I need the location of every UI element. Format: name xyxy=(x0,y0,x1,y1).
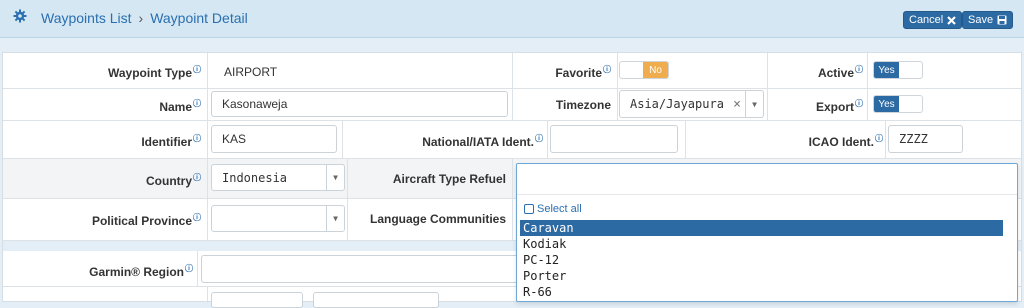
select-all-label: Select all xyxy=(537,203,582,215)
name-label-cell: Nameⓘ xyxy=(3,89,208,121)
export-label: Exportⓘ xyxy=(815,98,863,114)
dropdown-option-porter[interactable]: Porter xyxy=(520,268,1003,284)
political-province-value-cell: ▼ xyxy=(208,199,348,241)
timezone-value: Asia/Jayapura xyxy=(630,97,724,111)
name-input[interactable]: Kasonaweja xyxy=(211,91,508,117)
country-value-cell: Indonesia ▼ xyxy=(208,159,348,199)
next-row-select[interactable] xyxy=(313,292,439,308)
checkbox-icon xyxy=(524,204,534,214)
help-icon[interactable]: ⓘ xyxy=(603,64,611,75)
timezone-label: Timezone xyxy=(555,98,611,112)
help-icon[interactable]: ⓘ xyxy=(855,64,863,75)
page-header: Waypoints List › Waypoint Detail Cancel … xyxy=(0,0,1024,38)
language-communities-label-cell: Language Communities xyxy=(348,199,513,241)
icao-label-cell: ICAO Ident.ⓘ xyxy=(686,121,886,159)
dropdown-option-kodiak[interactable]: Kodiak xyxy=(520,236,1003,252)
breadcrumb-waypoints-list[interactable]: Waypoints List xyxy=(41,10,132,26)
dropdown-search-input[interactable] xyxy=(517,164,1017,195)
next-row-input[interactable] xyxy=(211,292,303,308)
clear-icon[interactable]: × xyxy=(733,91,741,117)
export-value-cell: Yes xyxy=(868,89,1021,121)
national-iata-label: National/IATA Ident.ⓘ xyxy=(422,133,543,149)
help-icon[interactable]: ⓘ xyxy=(185,263,193,274)
help-icon[interactable]: ⓘ xyxy=(193,212,201,223)
timezone-value-cell: Asia/Jayapura × ▼ xyxy=(618,89,768,121)
identifier-input[interactable]: KAS xyxy=(211,125,337,153)
save-icon xyxy=(997,15,1007,25)
export-toggle-state: Yes xyxy=(874,96,899,112)
political-province-label-cell: Political Provinceⓘ xyxy=(3,199,208,241)
country-label-cell: Countryⓘ xyxy=(3,159,208,199)
active-label: Activeⓘ xyxy=(817,64,863,80)
identifier-value-cell: KAS xyxy=(208,121,343,159)
save-button-label: Save xyxy=(968,14,994,26)
waypoint-type-value-cell: AIRPORT xyxy=(208,53,513,89)
timezone-select[interactable]: Asia/Jayapura × ▼ xyxy=(619,90,764,118)
national-iata-label-cell: National/IATA Ident.ⓘ xyxy=(343,121,548,159)
cancel-button[interactable]: Cancel xyxy=(903,11,963,29)
active-toggle-state: Yes xyxy=(874,62,899,78)
aircraft-type-refuel-dropdown[interactable]: Select all Caravan Kodiak PC-12 Porter R… xyxy=(516,163,1018,302)
breadcrumb-separator: › xyxy=(138,10,144,26)
help-icon[interactable]: ⓘ xyxy=(875,133,883,144)
garmin-region-label: Garmin® Regionⓘ xyxy=(89,263,193,279)
export-toggle[interactable]: Yes xyxy=(873,95,923,113)
active-value-cell: Yes xyxy=(868,53,1021,89)
waypoint-type-label: Waypoint Typeⓘ xyxy=(108,64,201,80)
favorite-label: Favoriteⓘ xyxy=(555,64,611,80)
favorite-toggle-state: No xyxy=(643,62,668,78)
gear-icon xyxy=(13,9,27,23)
active-label-cell: Activeⓘ xyxy=(768,53,868,89)
waypoint-type-label-cell: Waypoint Typeⓘ xyxy=(3,53,208,89)
save-button[interactable]: Save xyxy=(962,11,1014,29)
language-communities-label: Language Communities xyxy=(369,212,506,226)
icao-input[interactable]: ZZZZ xyxy=(888,125,963,153)
dropdown-option-caravan[interactable]: Caravan xyxy=(520,220,1003,236)
identifier-label-cell: Identifierⓘ xyxy=(3,121,208,159)
national-iata-input[interactable] xyxy=(550,125,678,153)
favorite-value-cell: No xyxy=(618,53,768,89)
chevron-down-icon[interactable]: ▼ xyxy=(745,91,763,117)
name-label: Nameⓘ xyxy=(159,98,201,114)
help-icon[interactable]: ⓘ xyxy=(193,98,201,109)
national-iata-value-cell xyxy=(548,121,686,159)
dropdown-option-r-66[interactable]: R-66 xyxy=(520,284,1003,300)
help-icon[interactable]: ⓘ xyxy=(535,133,543,144)
garmin-region-label-cell: Garmin® Regionⓘ xyxy=(3,251,198,287)
aircraft-type-refuel-label: Aircraft Type Refuel xyxy=(392,172,506,186)
export-label-cell: Exportⓘ xyxy=(768,89,868,121)
icao-label: ICAO Ident.ⓘ xyxy=(808,133,883,149)
favorite-toggle[interactable]: No xyxy=(619,61,669,79)
country-label: Countryⓘ xyxy=(146,172,201,188)
help-icon[interactable]: ⓘ xyxy=(193,172,201,183)
country-select[interactable]: Indonesia ▼ xyxy=(211,164,345,191)
active-toggle[interactable]: Yes xyxy=(873,61,923,79)
dropdown-option-pc-12[interactable]: PC-12 xyxy=(520,252,1003,268)
chevron-down-icon[interactable]: ▼ xyxy=(326,165,344,190)
aircraft-type-refuel-label-cell: Aircraft Type Refuel xyxy=(348,159,513,199)
help-icon[interactable]: ⓘ xyxy=(193,133,201,144)
political-province-label: Political Provinceⓘ xyxy=(91,212,201,228)
country-value: Indonesia xyxy=(222,170,288,185)
next-row-label-cell xyxy=(3,287,208,303)
favorite-label-cell: Favoriteⓘ xyxy=(513,53,618,89)
cancel-button-label: Cancel xyxy=(909,14,944,26)
select-all-option[interactable]: Select all xyxy=(524,203,582,215)
waypoint-type-value: AIRPORT xyxy=(224,65,278,79)
icao-value-cell: ZZZZ xyxy=(886,121,1021,159)
help-icon[interactable]: ⓘ xyxy=(193,64,201,75)
timezone-label-cell: Timezone xyxy=(513,89,618,121)
name-value-cell: Kasonaweja xyxy=(208,89,513,121)
close-icon xyxy=(947,15,957,25)
political-province-select[interactable]: ▼ xyxy=(211,205,345,232)
breadcrumb: Waypoints List › Waypoint Detail xyxy=(41,10,248,26)
breadcrumb-waypoint-detail: Waypoint Detail xyxy=(150,10,248,26)
identifier-label: Identifierⓘ xyxy=(141,133,201,149)
chevron-down-icon[interactable]: ▼ xyxy=(326,206,344,231)
help-icon[interactable]: ⓘ xyxy=(855,98,863,109)
